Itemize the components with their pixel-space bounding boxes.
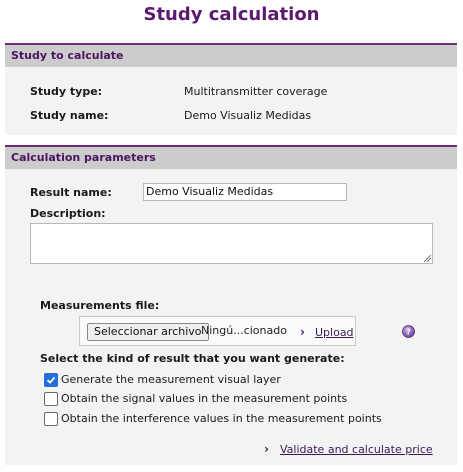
- option-label: Obtain the interference values in the me…: [61, 412, 382, 425]
- choose-file-button[interactable]: Seleccionar archivo: [87, 323, 209, 341]
- option-label: Obtain the signal values in the measurem…: [61, 392, 348, 405]
- page-title: Study calculation: [143, 4, 320, 25]
- description-label: Description:: [30, 207, 106, 220]
- upload-chevron-icon: ›: [300, 325, 305, 339]
- study-name-label: Study name:: [30, 109, 109, 122]
- svg-text:?: ?: [406, 328, 411, 337]
- result-name-input[interactable]: Demo Visualiz Medidas: [143, 183, 347, 201]
- option-label: Generate the measurement visual layer: [61, 373, 281, 386]
- study-type-value: Multitransmitter coverage: [184, 85, 328, 98]
- file-name-text: Ningú...cionado: [201, 324, 287, 337]
- study-name-value: Demo Visualiz Medidas: [184, 109, 312, 122]
- description-textarea[interactable]: [30, 223, 433, 264]
- checkmark-icon: [46, 376, 56, 384]
- upload-link[interactable]: Upload: [315, 326, 354, 339]
- study-panel-header: Study to calculate: [5, 43, 457, 67]
- checkbox-visual-layer[interactable]: [44, 373, 58, 387]
- validate-calculate-link[interactable]: Validate and calculate price: [280, 443, 433, 456]
- validate-chevron-icon: ›: [264, 442, 269, 456]
- result-kind-label: Select the kind of result that you want …: [40, 352, 345, 365]
- checkbox-interference-values[interactable]: [44, 412, 58, 426]
- result-name-label: Result name:: [30, 186, 112, 199]
- study-type-label: Study type:: [30, 85, 103, 98]
- measurements-file-label: Measurements file:: [40, 299, 160, 312]
- params-panel-header: Calculation parameters: [5, 145, 457, 169]
- help-icon[interactable]: ?: [402, 325, 415, 338]
- resize-grip-icon[interactable]: [424, 255, 431, 262]
- checkbox-signal-values[interactable]: [44, 392, 58, 406]
